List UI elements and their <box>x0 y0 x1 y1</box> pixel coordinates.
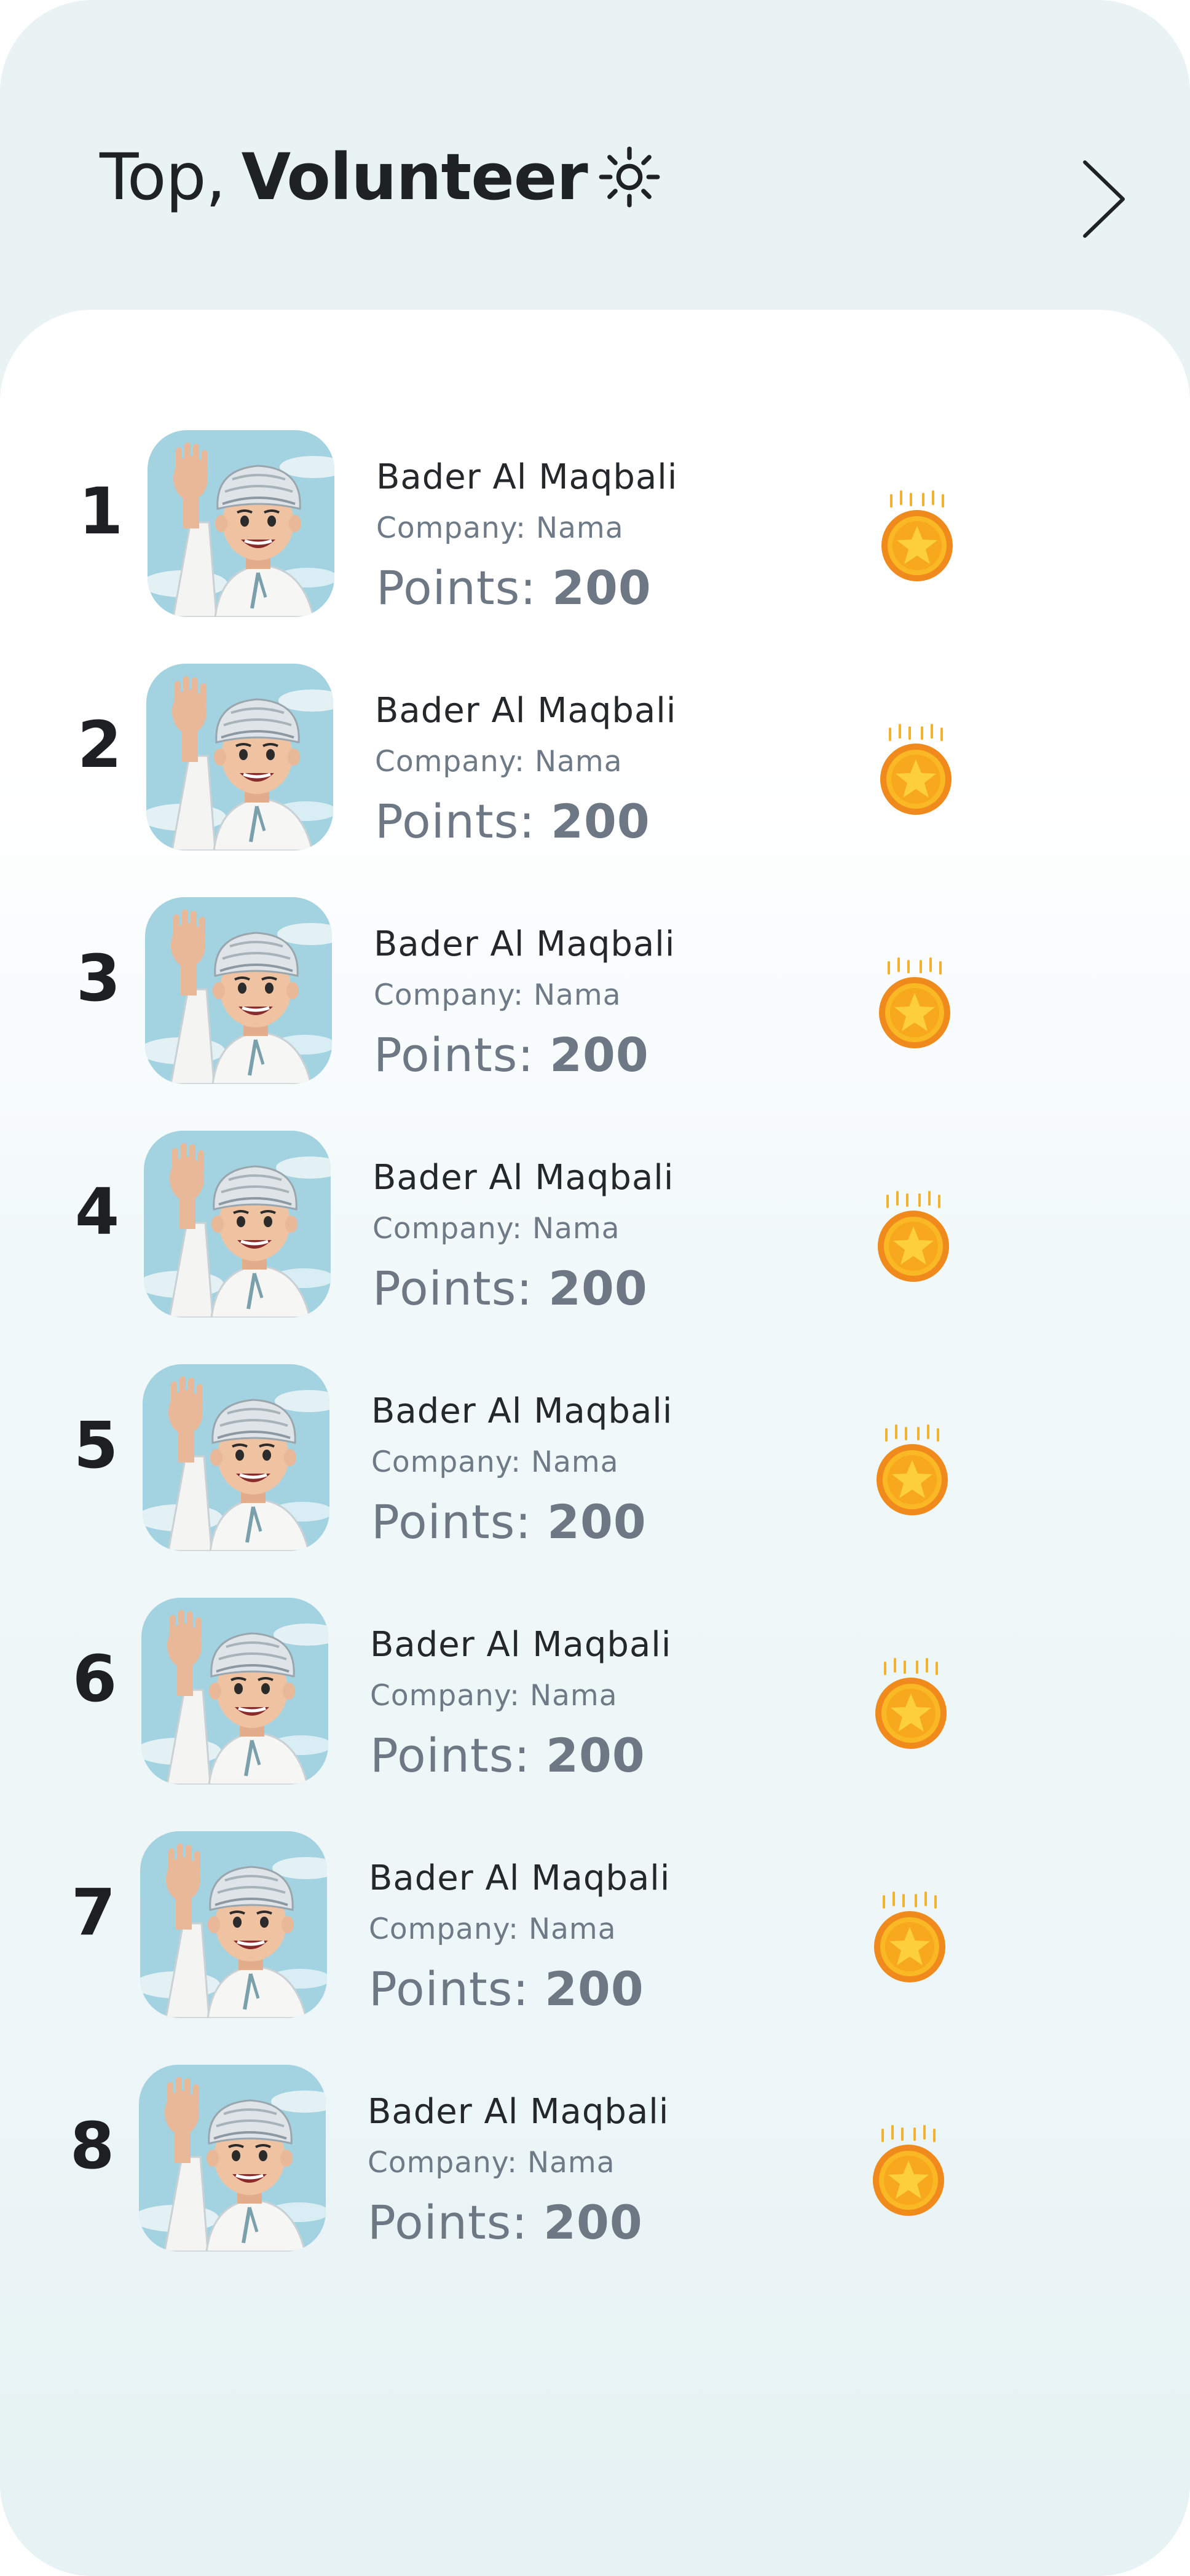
volunteer-points: Points: 200 <box>374 1027 649 1082</box>
volunteer-name: Bader Al Maqbali <box>371 1391 673 1431</box>
volunteer-row[interactable]: 1 Bader Al Maqbali Company: Nama Points:… <box>0 430 1190 617</box>
volunteer-company: Company: Nama <box>374 978 621 1012</box>
avatar <box>145 897 332 1084</box>
volunteer-row[interactable]: 3 Bader Al Maqbali Company: Nama Points:… <box>0 897 1190 1084</box>
volunteer-name: Bader Al Maqbali <box>369 1858 671 1898</box>
avatar <box>143 1364 329 1551</box>
points-label: Points: <box>369 1961 529 2016</box>
title-light: Top, <box>100 139 226 214</box>
points-label: Points: <box>370 1728 530 1783</box>
volunteer-row[interactable]: 8 Bader Al Maqbali Company: Nama Points:… <box>0 2065 1190 2252</box>
volunteer-points: Points: 200 <box>372 1261 648 1316</box>
volunteer-name: Bader Al Maqbali <box>372 1158 674 1198</box>
points-label: Points: <box>372 1261 533 1316</box>
points-value: 200 <box>548 1261 648 1316</box>
rank-number: 7 <box>71 1875 116 1950</box>
volunteer-name: Bader Al Maqbali <box>376 457 678 497</box>
avatar <box>140 1831 327 2018</box>
points-value: 200 <box>550 1027 649 1082</box>
volunteer-company: Company: Nama <box>370 1679 618 1713</box>
leaderboard-card: 1 Bader Al Maqbali Company: Nama Points:… <box>0 310 1190 2576</box>
avatar <box>139 2065 326 2252</box>
volunteer-row[interactable]: 7 Bader Al Maqbali Company: Nama Points:… <box>0 1831 1190 2018</box>
volunteer-points: Points: 200 <box>375 794 650 849</box>
points-label: Points: <box>375 794 535 849</box>
volunteer-company: Company: Nama <box>375 745 623 779</box>
rank-number: 3 <box>76 941 121 1016</box>
volunteer-points: Points: 200 <box>371 1494 647 1549</box>
coin-star-icon <box>872 1891 948 1984</box>
page-title: Top, Volunteer <box>100 134 661 220</box>
volunteer-name: Bader Al Maqbali <box>374 924 676 964</box>
volunteer-company: Company: Nama <box>368 2146 615 2180</box>
rank-number: 8 <box>69 2108 115 2183</box>
rank-number: 5 <box>73 1408 119 1483</box>
avatar <box>141 1598 328 1785</box>
points-value: 200 <box>552 560 652 615</box>
points-label: Points: <box>371 1494 532 1549</box>
coin-star-icon <box>879 490 955 583</box>
volunteer-points: Points: 200 <box>368 2195 643 2250</box>
points-value: 200 <box>547 1494 647 1549</box>
rank-number: 6 <box>72 1641 117 1716</box>
volunteer-name: Bader Al Maqbali <box>368 2092 669 2132</box>
chevron-right-icon[interactable] <box>1073 155 1132 243</box>
volunteer-points: Points: 200 <box>376 560 652 615</box>
points-label: Points: <box>368 2195 528 2250</box>
volunteer-company: Company: Nama <box>369 1912 617 1946</box>
rank-number: 4 <box>74 1174 120 1249</box>
volunteer-row[interactable]: 2 Bader Al Maqbali Company: Nama Points:… <box>0 664 1190 850</box>
volunteer-points: Points: 200 <box>369 1961 644 2016</box>
volunteer-company: Company: Nama <box>376 511 624 545</box>
title-bold: Volunteer <box>241 139 588 214</box>
coin-star-icon <box>870 2125 947 2217</box>
points-label: Points: <box>374 1027 534 1082</box>
coin-star-icon <box>873 1658 949 1750</box>
screen: Top, Volunteer 1 Bader Al Maqbali Compan… <box>0 0 1190 2576</box>
volunteer-points: Points: 200 <box>370 1728 645 1783</box>
volunteer-row[interactable]: 5 Bader Al Maqbali Company: Nama Points:… <box>0 1364 1190 1551</box>
volunteer-name: Bader Al Maqbali <box>370 1625 672 1665</box>
volunteer-name: Bader Al Maqbali <box>375 691 677 731</box>
points-label: Points: <box>376 560 537 615</box>
coin-star-icon <box>874 1424 950 1517</box>
points-value: 200 <box>551 794 650 849</box>
volunteer-row[interactable]: 6 Bader Al Maqbali Company: Nama Points:… <box>0 1598 1190 1785</box>
sun-icon <box>597 145 661 209</box>
volunteer-company: Company: Nama <box>372 1212 620 1246</box>
rank-number: 1 <box>78 474 124 549</box>
volunteer-row[interactable]: 4 Bader Al Maqbali Company: Nama Points:… <box>0 1131 1190 1317</box>
rank-number: 2 <box>77 707 122 782</box>
avatar <box>144 1131 331 1317</box>
points-value: 200 <box>545 1961 644 2016</box>
avatar <box>148 430 334 617</box>
coin-star-icon <box>878 724 954 816</box>
coin-star-icon <box>875 1191 952 1283</box>
volunteer-company: Company: Nama <box>371 1445 619 1479</box>
points-value: 200 <box>543 2195 643 2250</box>
avatar <box>146 664 333 850</box>
points-value: 200 <box>546 1728 645 1783</box>
coin-star-icon <box>877 957 953 1050</box>
